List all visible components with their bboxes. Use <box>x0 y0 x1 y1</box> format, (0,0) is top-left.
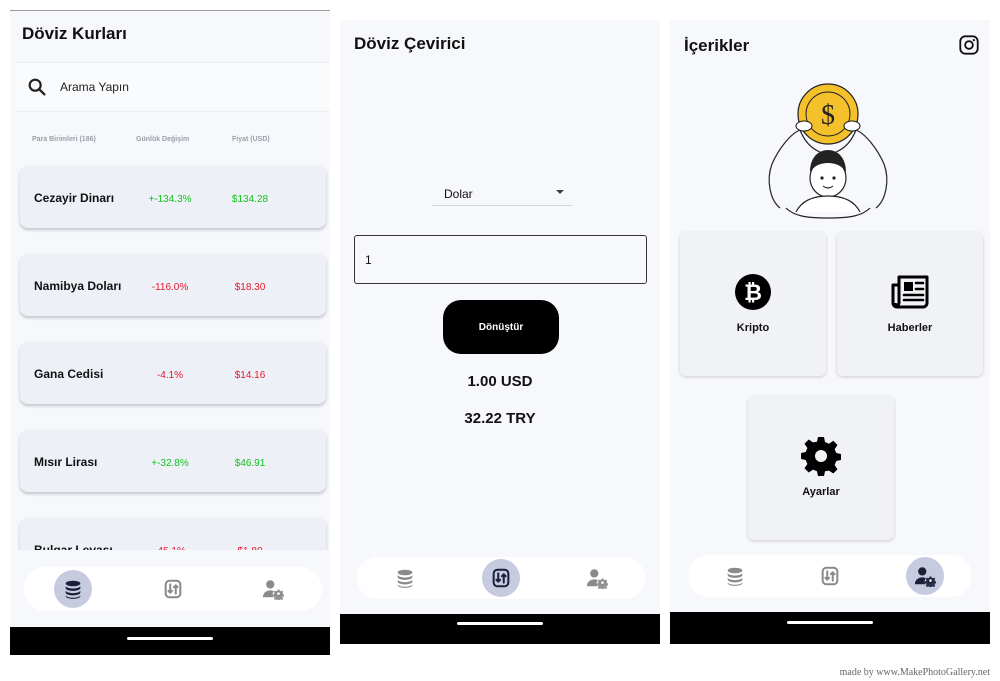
column-headers: Para Birimleri (186) Günlük Değişim Fiya… <box>10 136 330 148</box>
exchange-icon <box>821 566 839 586</box>
result-source: 1.00 USD <box>467 373 533 390</box>
bitcoin-icon: ₿ <box>735 274 771 310</box>
column-header-daily-change: Günlük Değişim <box>136 136 190 143</box>
nav-tab-currencies[interactable] <box>716 557 754 595</box>
user-settings-icon <box>262 580 284 600</box>
search-input[interactable] <box>60 80 300 94</box>
newspaper-icon <box>891 275 929 309</box>
page-title: İçerikler <box>684 36 750 55</box>
currency-converter-screen: Döviz Çevirici Dolar Dönüştür 1.00 USD 3… <box>340 20 660 644</box>
currency-price: $18.30 <box>234 282 266 293</box>
currency-card[interactable]: Gana Cedisi -4.1% $14.16 <box>20 342 326 404</box>
currency-card[interactable]: Namibya Doları -116.0% $18.30 <box>20 254 326 316</box>
bottom-nav <box>357 557 645 599</box>
currency-price: $46.91 <box>234 458 266 469</box>
nav-tab-converter[interactable] <box>154 570 192 608</box>
svg-text:$: $ <box>821 100 835 131</box>
instagram-icon[interactable] <box>958 34 980 56</box>
tile-crypto[interactable]: ₿ Kripto <box>680 232 826 376</box>
tile-label: Kripto <box>736 322 770 334</box>
system-bar <box>340 614 660 644</box>
nav-tab-currencies[interactable] <box>386 559 424 597</box>
user-settings-icon <box>914 567 936 587</box>
currency-card[interactable]: Mısır Lirası +-32.8% $46.91 <box>20 430 326 492</box>
currency-name: Gana Cedisi <box>34 367 104 381</box>
column-header-price: Fiyat (USD) <box>232 136 270 143</box>
tile-news[interactable]: Haberler <box>837 232 983 376</box>
currency-price: $14.16 <box>234 370 266 381</box>
nav-tab-converter[interactable] <box>811 557 849 595</box>
currency-name: Namibya Doları <box>34 279 122 293</box>
nav-tab-converter[interactable] <box>482 559 520 597</box>
watermark: made by www.MakePhotoGallery.net <box>839 667 990 678</box>
currency-selected: Dolar <box>444 187 473 201</box>
top-divider <box>10 10 330 11</box>
currency-name: Cezayir Dinarı <box>34 191 115 205</box>
home-indicator[interactable] <box>787 621 873 624</box>
currency-card[interactable]: Cezayir Dinarı +-134.3% $134.28 <box>20 166 326 228</box>
bottom-nav <box>688 555 972 597</box>
page-title: Döviz Çevirici <box>354 34 466 53</box>
contents-screen: İçerikler $ ₿ Kripto Haberler Ayarlar <box>670 20 990 644</box>
currency-price: $134.28 <box>231 194 269 205</box>
search-icon <box>28 78 46 96</box>
column-header-currencies: Para Birimleri (186) <box>32 136 96 143</box>
system-bar <box>670 612 990 644</box>
currency-rates-screen: Döviz Kurları Para Birimleri (186) Günlü… <box>10 10 330 655</box>
currency-dropdown[interactable]: Dolar <box>432 180 572 206</box>
gear-icon <box>801 437 841 476</box>
currency-name: Mısır Lirası <box>34 455 98 469</box>
amount-input[interactable] <box>354 235 647 284</box>
coin-person-illustration: $ <box>768 83 888 219</box>
currency-change: -116.0% <box>151 282 189 293</box>
nav-tab-profile-settings[interactable] <box>906 557 944 595</box>
exchange-icon <box>164 579 182 599</box>
convert-button[interactable]: Dönüştür <box>443 300 559 354</box>
result-target: 32.22 TRY <box>464 410 536 427</box>
user-settings-icon <box>586 569 608 589</box>
search-bar[interactable] <box>16 62 330 112</box>
exchange-icon <box>492 568 510 588</box>
bottom-nav <box>24 567 322 611</box>
page-title: Döviz Kurları <box>22 24 127 43</box>
chevron-down-icon <box>556 190 564 194</box>
tile-label: Haberler <box>887 322 933 334</box>
system-bar <box>10 627 330 655</box>
home-indicator[interactable] <box>127 637 213 640</box>
svg-text:₿: ₿ <box>744 281 762 306</box>
coins-icon <box>397 569 413 588</box>
coins-icon <box>65 580 81 599</box>
currency-change: +-134.3% <box>148 194 192 205</box>
tile-label: Ayarlar <box>802 486 840 498</box>
nav-tab-currencies[interactable] <box>54 570 92 608</box>
nav-tab-profile-settings[interactable] <box>578 559 616 597</box>
currency-change: +-32.8% <box>151 458 189 469</box>
tile-settings[interactable]: Ayarlar <box>748 396 894 540</box>
currency-change: -4.1% <box>156 370 184 381</box>
coins-icon <box>727 567 743 586</box>
nav-tab-profile-settings[interactable] <box>254 570 292 608</box>
home-indicator[interactable] <box>457 622 543 625</box>
